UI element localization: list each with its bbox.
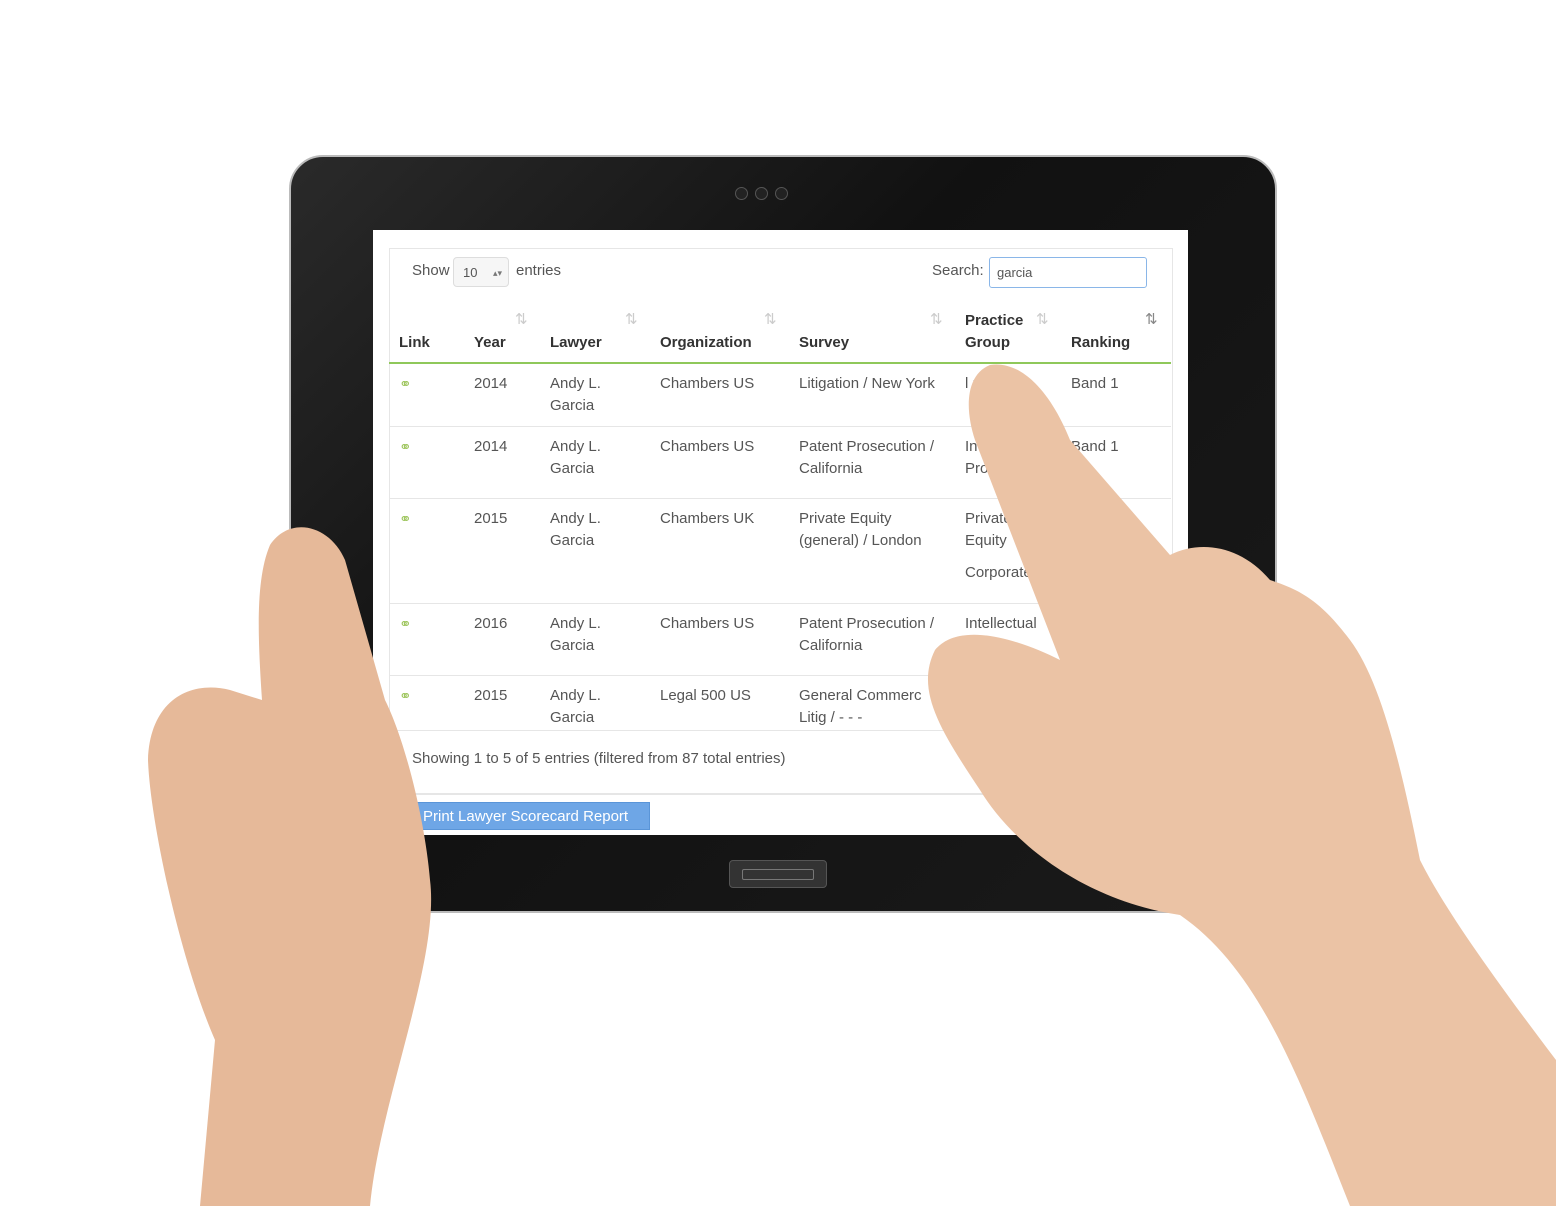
left-hand	[148, 527, 432, 1206]
right-hand	[927, 364, 1556, 1206]
hands-photo	[148, 364, 1556, 1206]
